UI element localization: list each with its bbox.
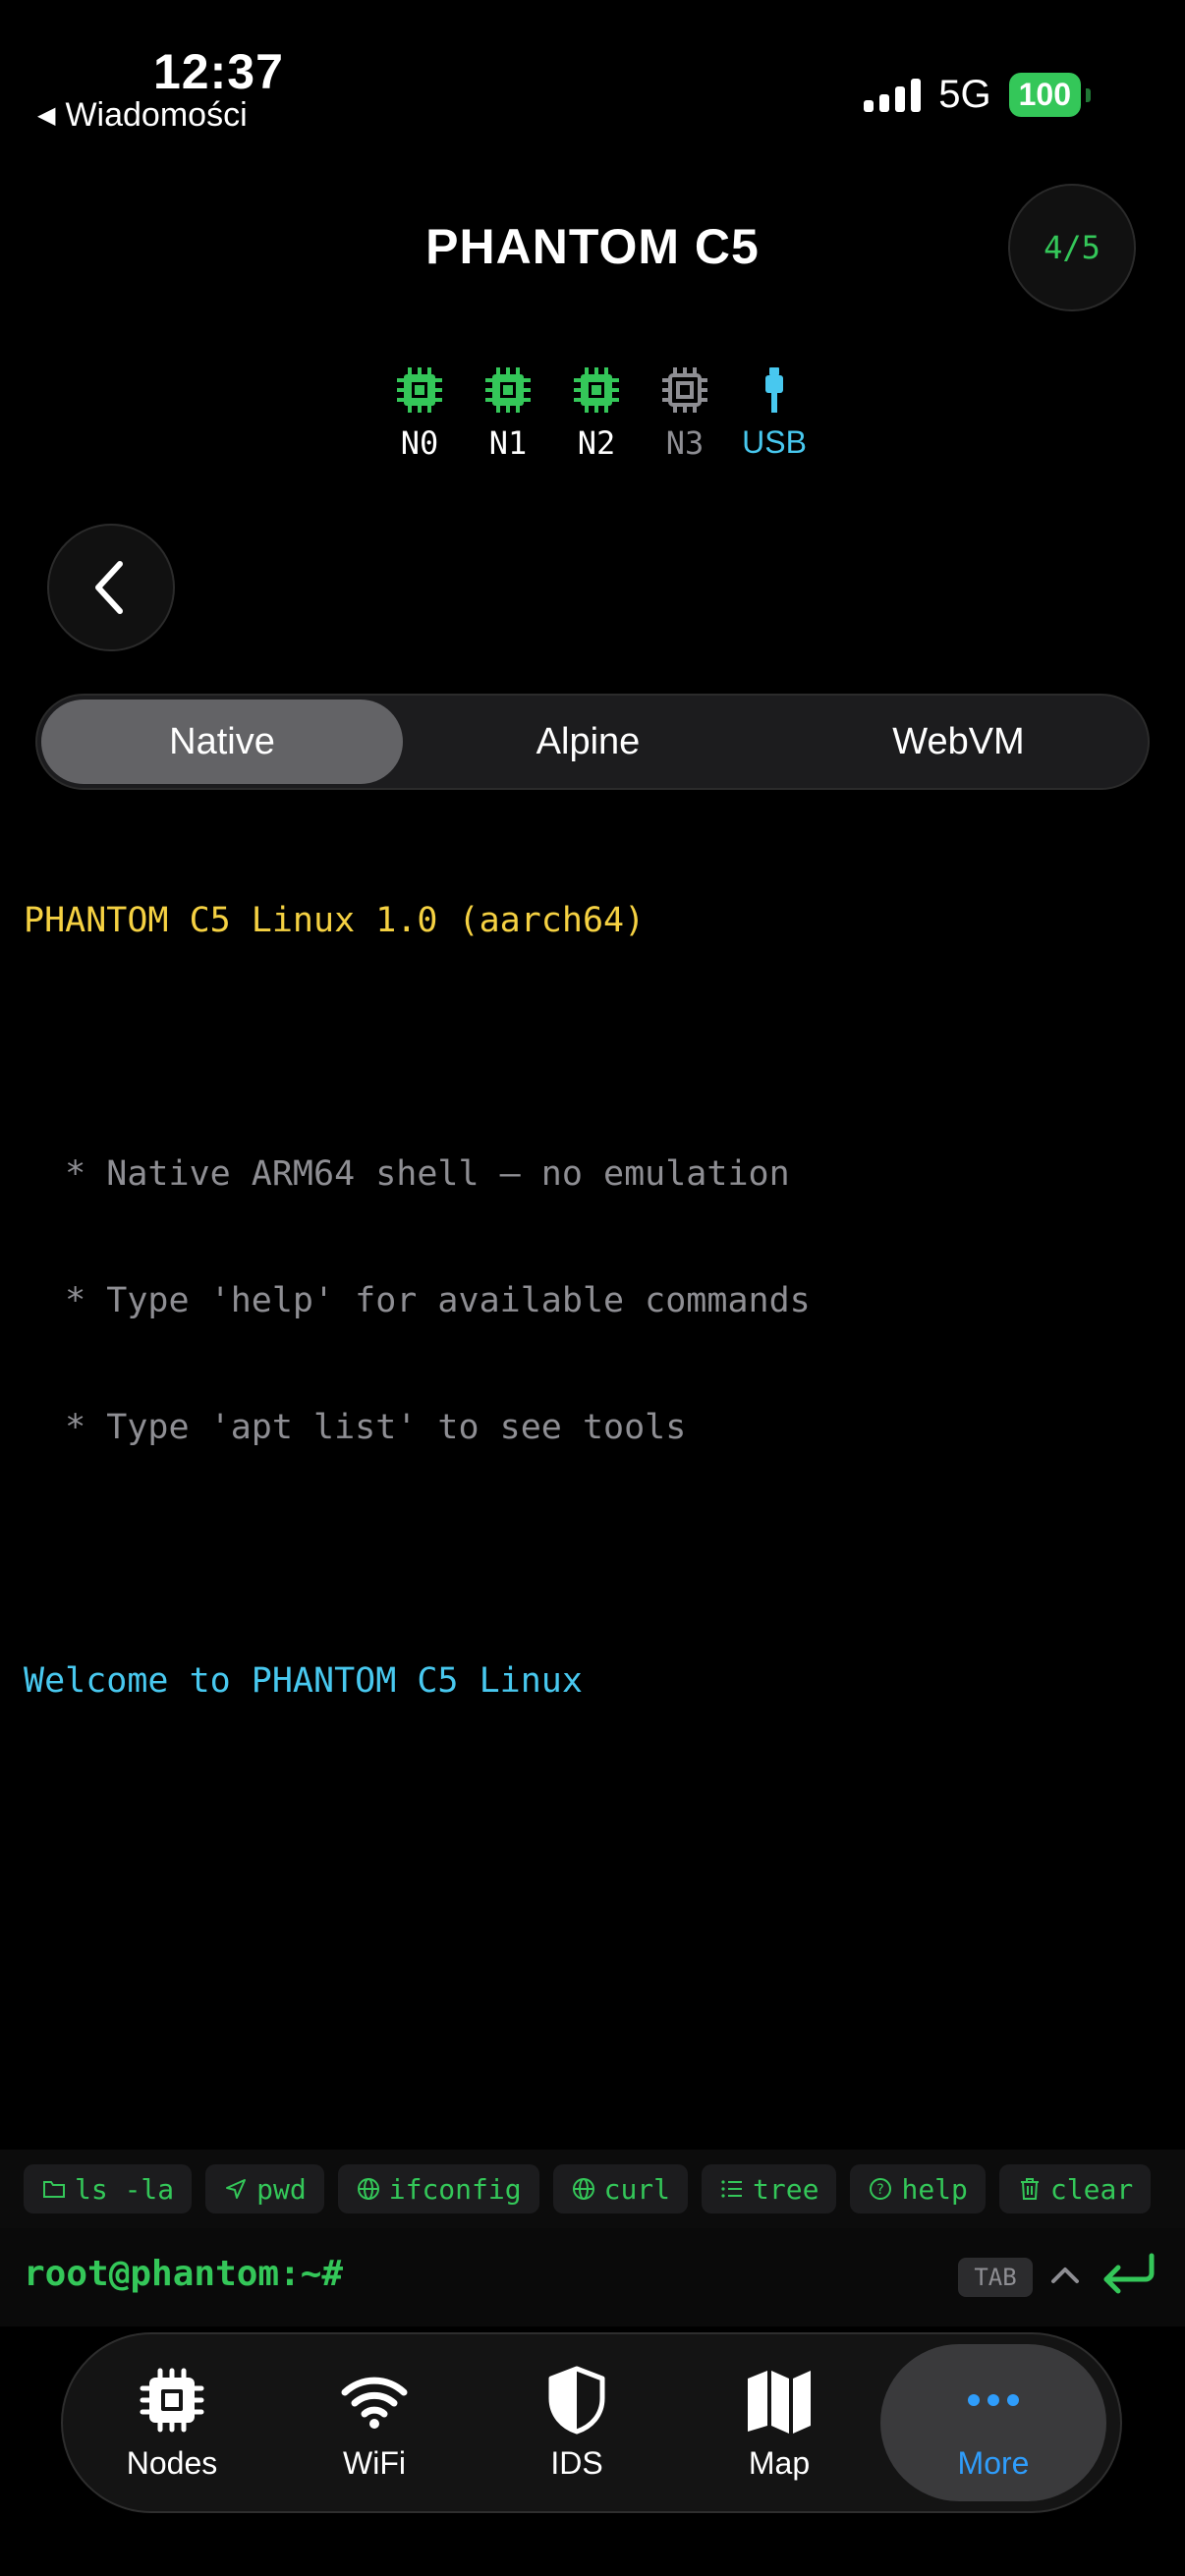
quick-cmd-label: pwd — [256, 2172, 307, 2206]
globe-icon — [572, 2178, 594, 2200]
back-triangle-icon: ◀ — [37, 102, 56, 129]
quick-cmd-label: help — [901, 2172, 968, 2206]
quick-cmd-clear[interactable]: clear — [998, 2164, 1152, 2213]
list-icon — [721, 2180, 743, 2198]
svg-text:?: ? — [877, 2182, 884, 2198]
command-input-row[interactable]: root@phantom:~# TAB — [0, 2228, 1185, 2326]
help-icon: ? — [870, 2178, 892, 2200]
terminal-output[interactable]: PHANTOM C5 Linux 1.0 (aarch64) * Native … — [24, 815, 811, 1745]
quick-cmd-help[interactable]: ? help — [850, 2164, 986, 2213]
chip-icon — [397, 367, 442, 413]
quick-cmd-ls[interactable]: ls -la — [24, 2164, 193, 2213]
quick-cmd-label: ifconfig — [388, 2172, 522, 2206]
quick-cmd-pwd[interactable]: pwd — [205, 2164, 324, 2213]
node-status-row: N0 N1 N2 N3 USB — [389, 365, 807, 462]
terminal-line: * Native ARM64 shell — no emulation — [24, 1154, 790, 1194]
node-n0[interactable]: N0 — [389, 365, 450, 462]
tab-label: WiFi — [343, 2444, 406, 2481]
wifi-icon — [341, 2377, 408, 2429]
bottom-tab-bar: Nodes WiFi IDS Map More — [61, 2332, 1122, 2513]
chevron-up-icon[interactable] — [1047, 2256, 1083, 2295]
tab-key-button[interactable]: TAB — [958, 2258, 1033, 2297]
battery-indicator: 100 — [1008, 73, 1092, 117]
more-icon — [968, 2393, 1019, 2406]
node-label: N2 — [577, 424, 616, 462]
quick-cmd-curl[interactable]: curl — [552, 2164, 689, 2213]
chevron-left-icon — [95, 561, 123, 614]
back-to-messages[interactable]: ◀ Wiadomości — [37, 96, 248, 135]
chip-icon — [485, 367, 531, 413]
quick-cmd-label: clear — [1049, 2172, 1134, 2206]
quick-cmd-tree[interactable]: tree — [702, 2164, 837, 2213]
usb-icon — [765, 367, 783, 413]
chip-offline-icon — [662, 367, 707, 413]
quick-cmd-label: ls -la — [75, 2172, 175, 2206]
node-n1[interactable]: N1 — [478, 365, 538, 462]
status-time: 12:37 — [153, 44, 284, 99]
tab-label: More — [957, 2444, 1030, 2481]
back-to-messages-label: Wiadomości — [65, 96, 248, 134]
tab-wifi[interactable]: WiFi — [273, 2344, 476, 2501]
terminal-banner: PHANTOM C5 Linux 1.0 (aarch64) — [24, 901, 646, 940]
tab-label: Nodes — [126, 2444, 218, 2481]
quick-cmd-label: tree — [753, 2172, 819, 2206]
chip-icon — [574, 367, 619, 413]
status-indicators: 5G 100 — [864, 73, 1092, 117]
tab-ids[interactable]: IDS — [476, 2344, 678, 2501]
quick-cmd-ifconfig[interactable]: ifconfig — [337, 2164, 539, 2213]
enter-return-icon[interactable] — [1099, 2248, 1157, 2303]
segment-alpine[interactable]: Alpine — [403, 700, 773, 784]
signal-icon — [864, 78, 922, 112]
node-label: N1 — [488, 424, 528, 462]
terminal-line: * Type 'apt list' to see tools — [24, 1408, 687, 1447]
shell-prompt[interactable]: root@phantom:~# — [24, 2254, 343, 2294]
node-n2[interactable]: N2 — [566, 365, 627, 462]
back-button[interactable] — [47, 524, 175, 651]
segment-native[interactable]: Native — [41, 700, 403, 784]
map-icon — [748, 2370, 811, 2434]
cpu-icon — [140, 2368, 204, 2432]
page-indicator[interactable]: 4/5 — [1008, 184, 1136, 311]
shield-icon — [548, 2366, 605, 2434]
navigation-icon — [226, 2179, 247, 2199]
shell-mode-selector: Native Alpine WebVM — [35, 694, 1150, 790]
node-usb[interactable]: USB — [742, 365, 807, 462]
quick-command-bar: ls -la pwd ifconfig curl tree ? help cle… — [0, 2150, 1185, 2228]
globe-icon — [357, 2178, 379, 2200]
segment-webvm[interactable]: WebVM — [773, 700, 1144, 784]
tab-label: Map — [748, 2444, 811, 2481]
node-label: N3 — [665, 424, 705, 462]
network-type: 5G — [938, 73, 991, 116]
terminal-welcome: Welcome to PHANTOM C5 Linux — [24, 1661, 583, 1701]
node-label: USB — [742, 424, 807, 460]
tab-nodes[interactable]: Nodes — [71, 2344, 273, 2501]
trash-icon — [1020, 2178, 1039, 2200]
folder-icon — [43, 2181, 65, 2198]
tab-more[interactable]: More — [880, 2344, 1106, 2501]
node-n3[interactable]: N3 — [654, 365, 715, 462]
terminal-line: * Type 'help' for available commands — [24, 1281, 811, 1320]
tab-label: IDS — [550, 2444, 603, 2481]
node-label: N0 — [400, 424, 439, 462]
quick-cmd-label: curl — [603, 2172, 671, 2206]
tab-map[interactable]: Map — [678, 2344, 880, 2501]
